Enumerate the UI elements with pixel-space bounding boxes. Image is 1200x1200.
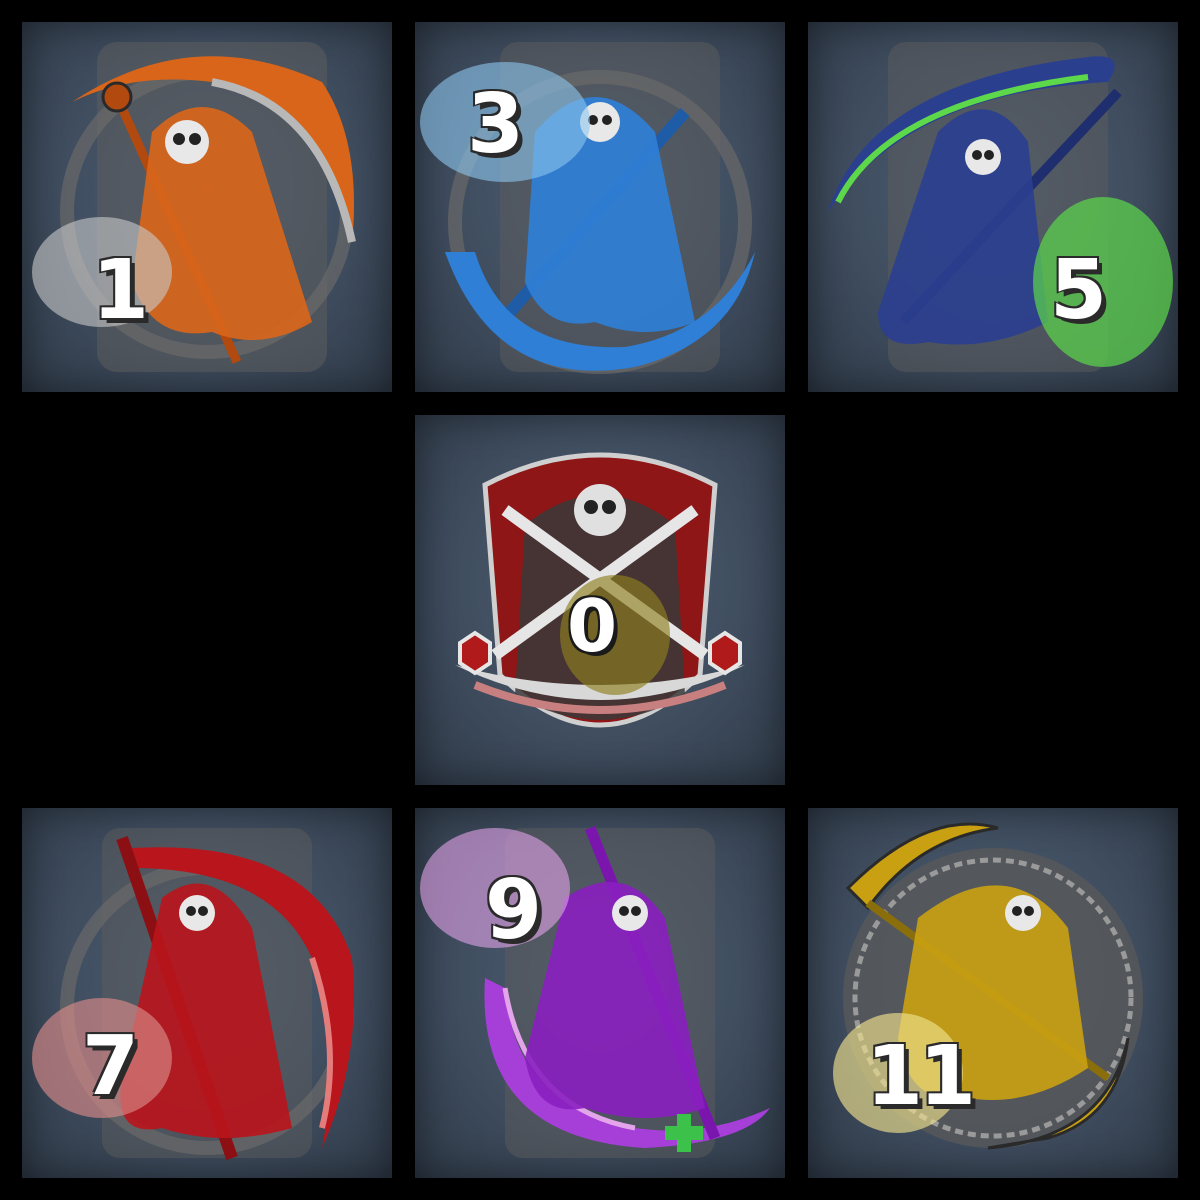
emblem-tile-7[interactable]: 7 — [22, 808, 392, 1178]
grim-reaper-icon — [32, 828, 354, 1160]
emblem-tile-9[interactable]: 9 — [415, 808, 785, 1178]
emblem-number: 9 — [485, 863, 542, 958]
emblem-tile-1[interactable]: 1 — [22, 22, 392, 392]
emblem-tile-11[interactable]: 11 — [808, 808, 1178, 1178]
emblem-number: 1 — [92, 243, 149, 338]
grim-reaper-icon — [828, 42, 1173, 372]
emblem-number: 3 — [467, 77, 524, 172]
emblem-number: 7 — [82, 1019, 139, 1114]
grim-reaper-icon — [833, 822, 1143, 1150]
emblem-tile-5[interactable]: 5 — [808, 22, 1178, 392]
emblem-number: 5 — [1050, 243, 1107, 338]
grim-reaper-icon — [32, 42, 356, 372]
emblem-number: 11 — [866, 1029, 976, 1124]
emblem-number: 0 — [567, 584, 617, 668]
empty-slot-left — [22, 415, 392, 785]
emblem-tile-0[interactable]: 0 — [415, 415, 785, 785]
emblem-grid: 1 3 5 0 7 9 11 — [0, 0, 1200, 1200]
grim-reaper-icon — [420, 825, 770, 1158]
emblem-tile-3[interactable]: 3 — [415, 22, 785, 392]
empty-slot-right — [808, 415, 1178, 785]
